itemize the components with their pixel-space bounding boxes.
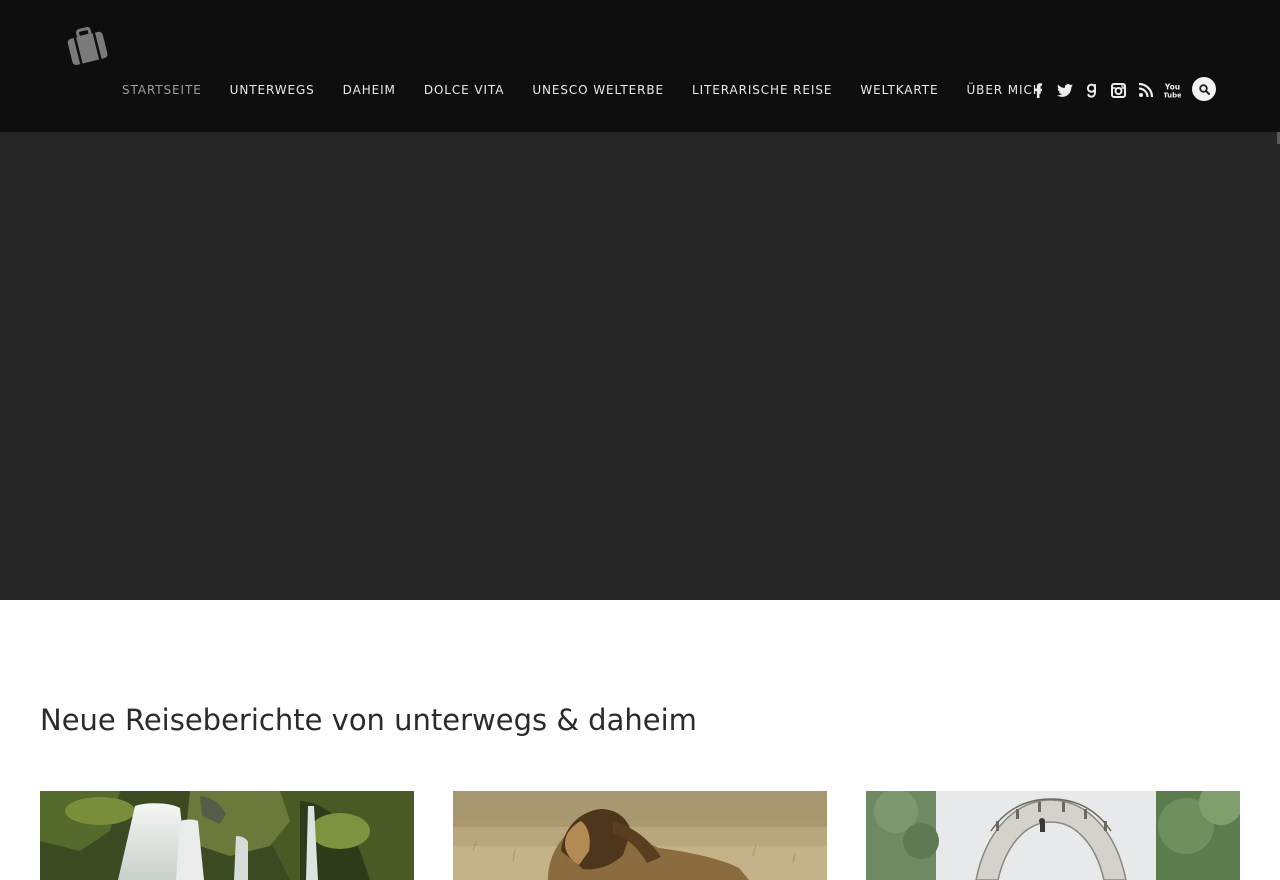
youtube-icon[interactable]: You Tube bbox=[1163, 80, 1182, 100]
post-card-waterfall[interactable] bbox=[40, 791, 414, 880]
nav-item-startseite[interactable]: STARTSEITE bbox=[122, 83, 202, 97]
rss-icon[interactable] bbox=[1136, 80, 1155, 100]
bridge-photo bbox=[866, 791, 1240, 880]
waterfall-photo bbox=[40, 791, 414, 880]
search-icon bbox=[1198, 83, 1210, 95]
section-title: Neue Reiseberichte von unterwegs & dahei… bbox=[40, 703, 697, 737]
svg-text:You: You bbox=[1164, 82, 1180, 91]
facebook-icon[interactable] bbox=[1028, 80, 1047, 100]
social-links: You Tube bbox=[1028, 80, 1190, 100]
goodreads-icon[interactable] bbox=[1082, 80, 1101, 100]
nav-item-dolce-vita[interactable]: DOLCE VITA bbox=[424, 83, 505, 97]
twitter-icon[interactable] bbox=[1055, 80, 1074, 100]
lion-photo bbox=[453, 791, 827, 880]
nav-item-unterwegs[interactable]: UNTERWEGS bbox=[230, 83, 315, 97]
nav-item-weltkarte[interactable]: WELTKARTE bbox=[860, 83, 938, 97]
post-card-lion[interactable] bbox=[453, 791, 827, 880]
nav-item-unesco-welterbe[interactable]: UNESCO WELTERBE bbox=[532, 83, 664, 97]
search-button[interactable] bbox=[1192, 77, 1216, 101]
suitcase-logo-icon[interactable] bbox=[64, 24, 110, 68]
hero-slider bbox=[0, 132, 1280, 600]
instagram-icon[interactable] bbox=[1109, 80, 1128, 100]
site-header: STARTSEITE UNTERWEGS DAHEIM DOLCE VITA U… bbox=[0, 0, 1280, 132]
main-navigation: STARTSEITE UNTERWEGS DAHEIM DOLCE VITA U… bbox=[122, 82, 1071, 98]
nav-item-daheim[interactable]: DAHEIM bbox=[343, 83, 396, 97]
svg-text:Tube: Tube bbox=[1164, 91, 1181, 99]
post-card-bridge[interactable] bbox=[866, 791, 1240, 880]
nav-item-literarische-reise[interactable]: LITERARISCHE REISE bbox=[692, 83, 832, 97]
